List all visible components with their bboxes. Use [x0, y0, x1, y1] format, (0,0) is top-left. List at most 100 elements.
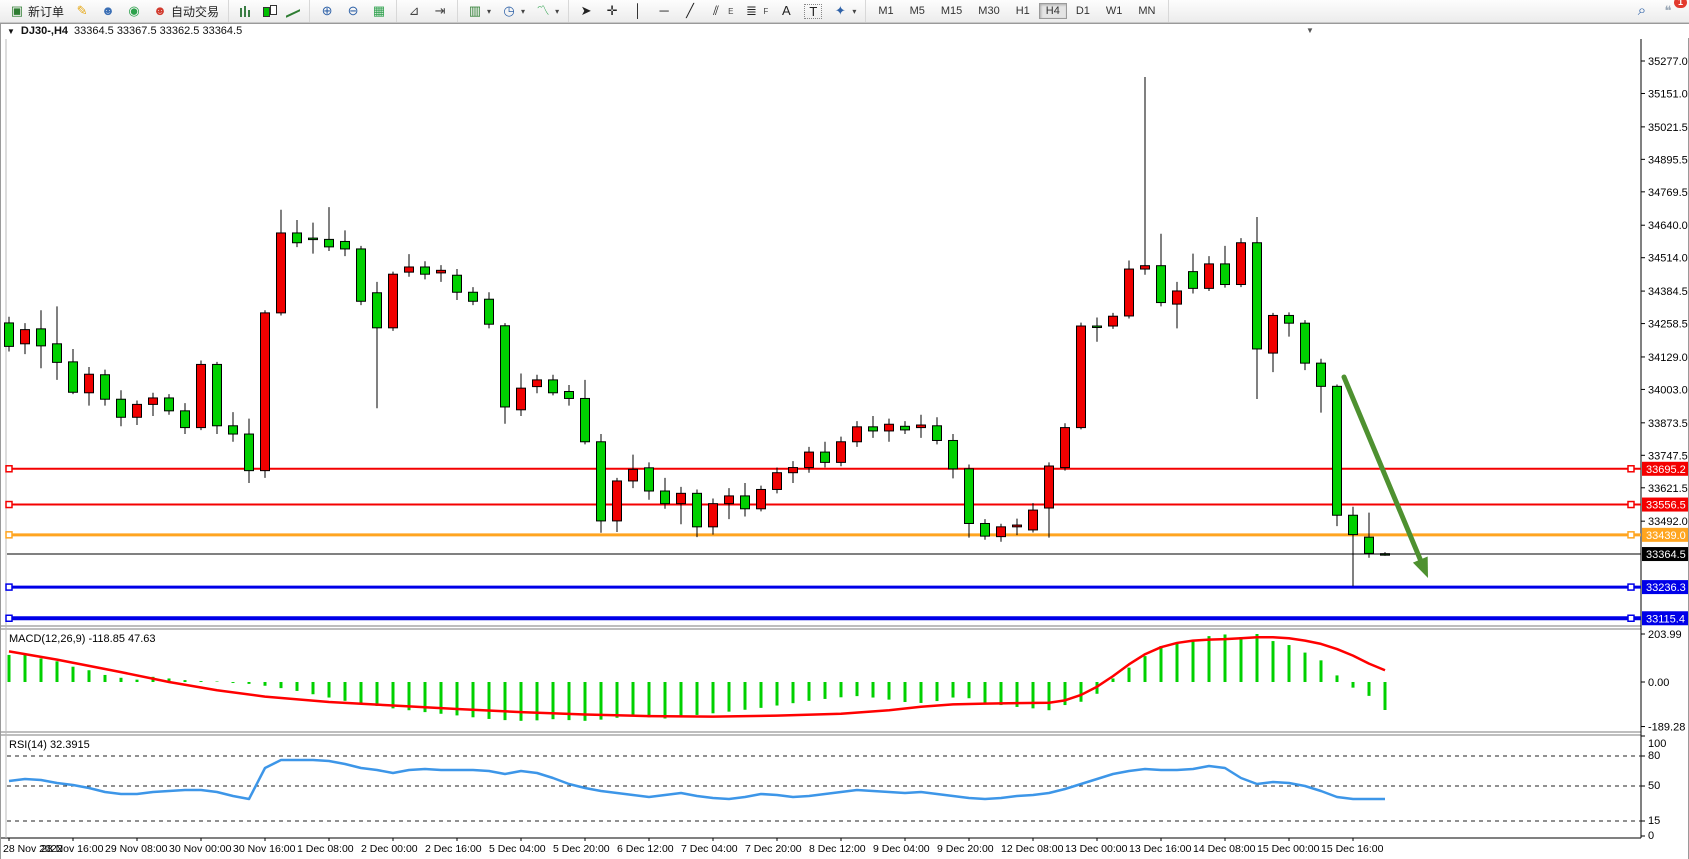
chart-canvas[interactable]: 35277.035151.035021.534895.534769.534640…: [1, 39, 1688, 859]
line-handle[interactable]: [6, 502, 12, 508]
line-handle[interactable]: [6, 532, 12, 538]
vline-tool-button[interactable]: │: [625, 1, 651, 21]
price-tick-label: 35021.5: [1648, 122, 1688, 134]
rsi-tick-label: 100: [1648, 738, 1666, 750]
time-tick-label: 29 Nov 08:00: [105, 843, 168, 855]
chart-shift-marker-icon[interactable]: ▼: [1306, 26, 1314, 35]
chart-shift-icon: ⇥: [432, 3, 448, 19]
signals-button[interactable]: ◉: [121, 1, 147, 21]
price-tick-label: 34769.5: [1648, 187, 1688, 199]
rsi-tick-label: 0: [1648, 830, 1654, 842]
indicators-button[interactable]: 〽▾: [530, 1, 564, 21]
macd-label: MACD(12,26,9) -118.85 47.63: [9, 633, 156, 645]
search-icon: ⌕: [1634, 3, 1650, 19]
time-tick-label: 1 Dec 08:00: [297, 843, 354, 855]
time-tick-label: 30 Nov 16:00: [233, 843, 296, 855]
signal-icon: ◉: [126, 3, 142, 19]
timeframe-m30[interactable]: M30: [971, 3, 1006, 19]
line-chart-mode-button[interactable]: [281, 1, 305, 21]
zoom-in-button[interactable]: ⊕: [314, 1, 340, 21]
timeframe-mn[interactable]: MN: [1131, 3, 1162, 19]
channel-tool-button[interactable]: ⫽E: [703, 1, 738, 21]
line-handle[interactable]: [1628, 584, 1634, 590]
horizontal-line-icon: ─: [656, 3, 672, 19]
timeframe-toolbar: M1M5M15M30H1H4D1W1MN: [866, 0, 1168, 22]
arrows-tool-button[interactable]: ✦▾: [827, 1, 861, 21]
chat-bubble-icon: ❝: [1660, 3, 1676, 19]
price-tick-label: 34384.5: [1648, 286, 1688, 298]
macd-tick-label: 0.00: [1648, 677, 1669, 689]
zoom-out-button[interactable]: ⊖: [340, 1, 366, 21]
clock-icon: ◷: [501, 3, 517, 19]
time-tick-label: 8 Dec 12:00: [809, 843, 866, 855]
collapse-triangle-icon[interactable]: ▼: [7, 27, 15, 36]
cursor-tool-button[interactable]: ➤: [573, 1, 599, 21]
auto-trading-icon: ☻: [152, 3, 168, 19]
level-price-flag-label: 33439.0: [1646, 530, 1686, 542]
line-handle[interactable]: [6, 584, 12, 590]
chart-shift-button[interactable]: ⇥: [427, 1, 453, 21]
timeframe-m1[interactable]: M1: [871, 3, 900, 19]
zoom-out-icon: ⊖: [345, 3, 361, 19]
timeframe-h1[interactable]: H1: [1009, 3, 1037, 19]
line-handle[interactable]: [1628, 466, 1634, 472]
time-tick-label: 30 Nov 00:00: [169, 843, 232, 855]
chart-stage[interactable]: 35277.035151.035021.534895.534769.534640…: [1, 39, 1688, 859]
candle: [197, 361, 206, 431]
line-handle[interactable]: [1628, 615, 1634, 621]
fibonacci-icon: ≣: [743, 3, 759, 19]
line-handle[interactable]: [1628, 502, 1634, 508]
price-tick-label: 34514.0: [1648, 253, 1688, 265]
indicators-caret-icon: ▾: [555, 7, 559, 16]
timeframe-m15[interactable]: M15: [934, 3, 969, 19]
notifications-button[interactable]: ❝ 1: [1655, 1, 1681, 21]
person-chart-icon: ☻: [100, 3, 116, 19]
auto-arrange-button[interactable]: ⊿: [401, 1, 427, 21]
candle: [1077, 323, 1086, 430]
crosshair-tool-button[interactable]: ✛: [599, 1, 625, 21]
equidistant-channel-icon: ⫽: [708, 3, 724, 19]
timeframe-w1[interactable]: W1: [1099, 3, 1130, 19]
candle: [1333, 385, 1342, 527]
time-tick-label: 14 Dec 08:00: [1193, 843, 1256, 855]
new-chart-icon: ▥: [467, 3, 483, 19]
search-button[interactable]: ⌕: [1629, 1, 1655, 21]
marker-icon: ✎: [74, 3, 90, 19]
timeframe-h4[interactable]: H4: [1039, 3, 1067, 19]
timeframe-m5[interactable]: M5: [903, 3, 932, 19]
fibonacci-tool-button[interactable]: ≣F: [738, 1, 773, 21]
candle: [1125, 261, 1134, 319]
time-tick-label: 2 Dec 00:00: [361, 843, 418, 855]
highlight-button[interactable]: ✎: [69, 1, 95, 21]
price-tick-label: 35277.0: [1648, 56, 1688, 68]
candle-chart-mode-button[interactable]: [257, 1, 281, 21]
new-order-button[interactable]: ▣ 新订单: [4, 1, 69, 21]
profiles-button[interactable]: ◷▾: [496, 1, 530, 21]
line-handle[interactable]: [6, 466, 12, 472]
vertical-line-icon: │: [630, 3, 646, 19]
hline-tool-button[interactable]: ─: [651, 1, 677, 21]
candle: [357, 246, 366, 305]
line-handle[interactable]: [6, 615, 12, 621]
text-icon: A: [778, 3, 794, 19]
auto-trading-button[interactable]: ☻ 自动交易: [147, 1, 224, 21]
text-label-tool-button[interactable]: T: [799, 1, 827, 21]
timeframe-d1[interactable]: D1: [1069, 3, 1097, 19]
market-watch-button[interactable]: ☻: [95, 1, 121, 21]
candle: [213, 362, 222, 434]
time-tick-label: 13 Dec 00:00: [1065, 843, 1128, 855]
trendline-tool-button[interactable]: ╱: [677, 1, 703, 21]
candlestick-icon: [262, 5, 276, 18]
price-tick-label: 35151.0: [1648, 88, 1688, 100]
profiles-caret-icon: ▾: [521, 7, 525, 16]
line-handle[interactable]: [1628, 532, 1634, 538]
rsi-label: RSI(14) 32.3915: [9, 739, 90, 751]
tile-windows-button[interactable]: ▦: [366, 1, 392, 21]
main-toolbar: ▣ 新订单 ✎ ☻ ◉ ☻ 自动交易 ⊕ ⊖ ▦ ⊿ ⇥ ▥▾ ◷▾: [0, 0, 1689, 23]
level-price-flag-label: 33695.2: [1646, 464, 1686, 476]
indicators-icon: 〽: [535, 3, 551, 19]
new-chart-button[interactable]: ▥▾: [462, 1, 496, 21]
time-tick-label: 7 Dec 04:00: [681, 843, 738, 855]
bar-chart-mode-button[interactable]: [233, 1, 257, 21]
text-tool-button[interactable]: A: [773, 1, 799, 21]
